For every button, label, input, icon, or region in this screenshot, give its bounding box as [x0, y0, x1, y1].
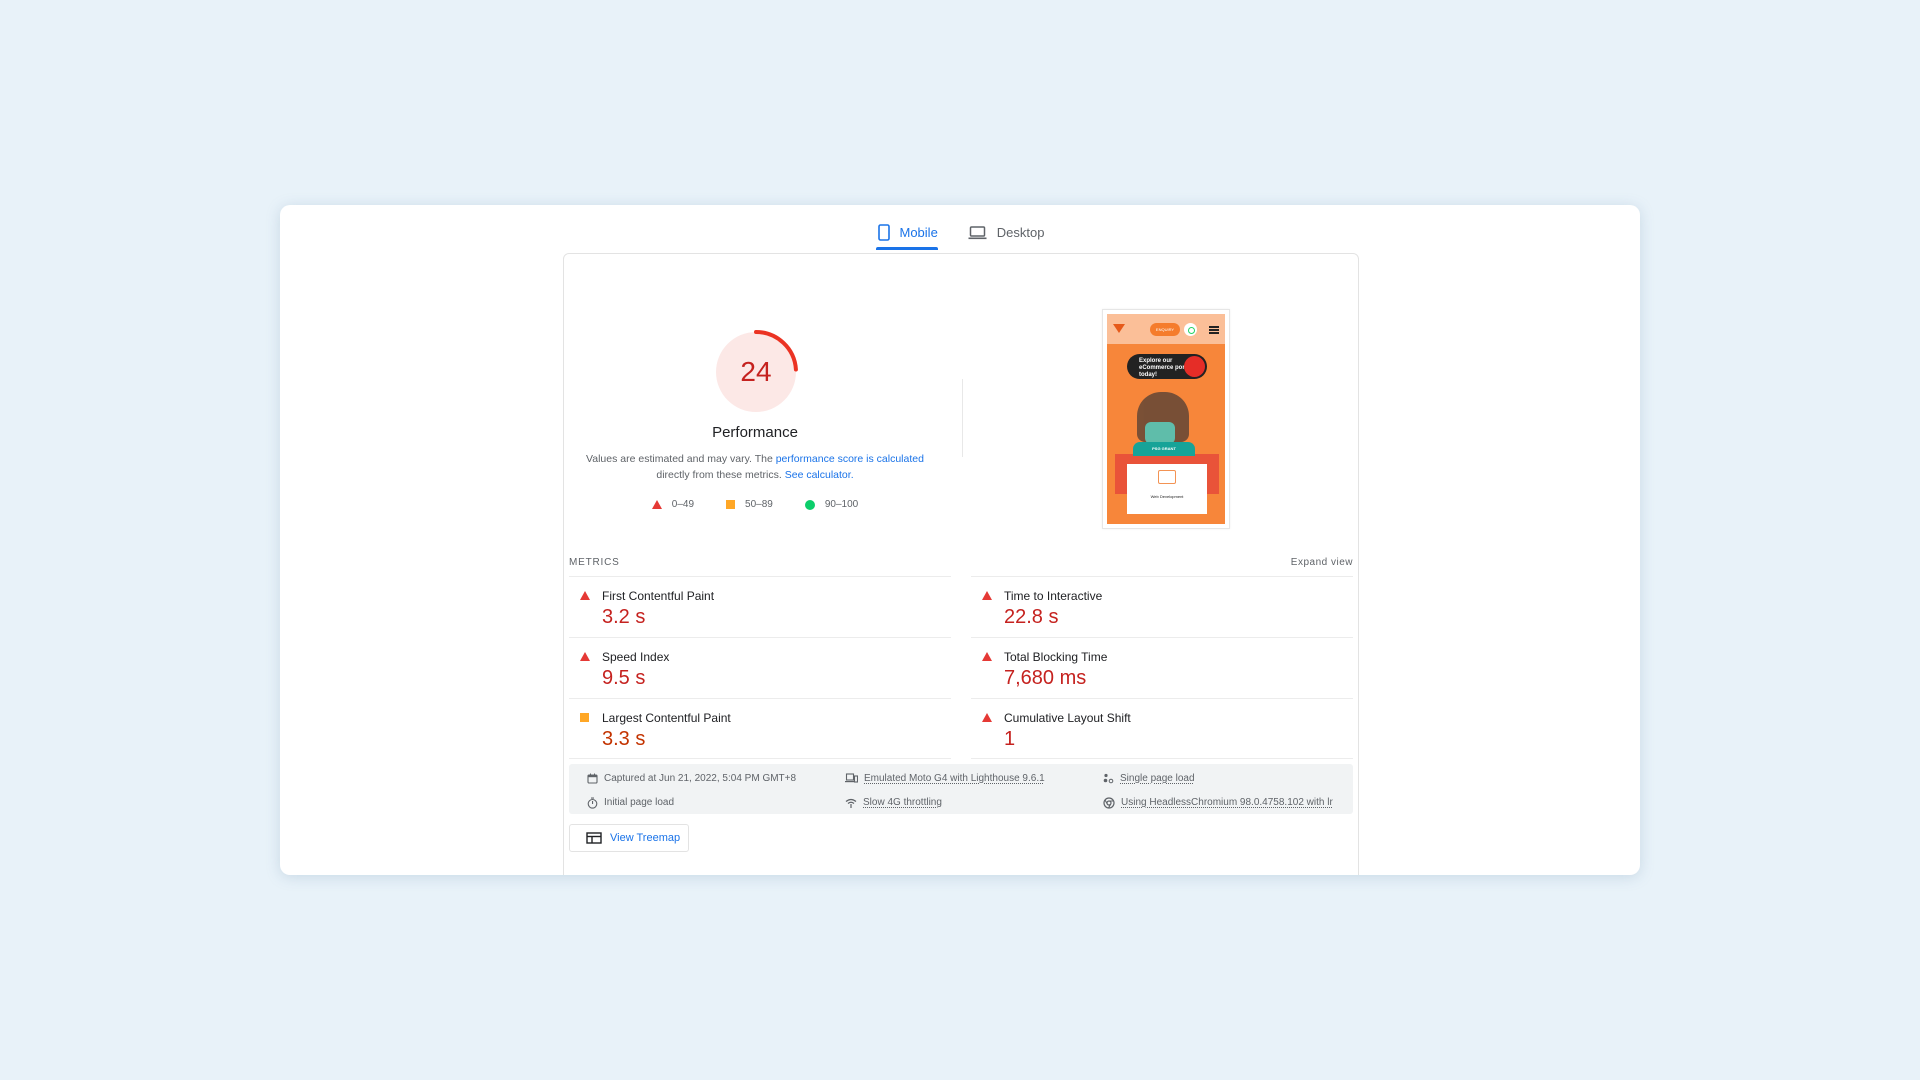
wifi-icon — [845, 798, 857, 808]
circle-icon — [804, 499, 815, 510]
runtime-device-text: Emulated Moto G4 with Lighthouse 9.6.1 — [864, 772, 1045, 784]
runtime-throttling-text: Slow 4G throttling — [863, 797, 942, 808]
screenshot-card-label: Web Development — [1150, 494, 1184, 499]
runtime-captured: Captured at Jun 21, 2022, 5:04 PM GMT+8 — [587, 771, 845, 785]
view-treemap-label: View Treemap — [610, 832, 681, 844]
fail-triangle-icon — [580, 591, 590, 600]
screenshot-image: ENQUIRY Explore our eCommerce portal tod… — [1107, 314, 1225, 524]
treemap-icon — [586, 832, 602, 844]
legend-average-label: 50–89 — [745, 499, 773, 510]
legend-pass: 90–100 — [804, 499, 859, 510]
tab-desktop[interactable]: Desktop — [966, 215, 1045, 250]
fail-triangle-icon — [580, 652, 590, 661]
calendar-icon — [587, 773, 598, 784]
screenshot-banner: Explore our eCommerce portal today! — [1127, 354, 1207, 379]
runtime-page-load-text: Single page load — [1120, 772, 1195, 784]
runtime-captured-text: Captured at Jun 21, 2022, 5:04 PM GMT+8 — [604, 772, 797, 784]
fail-triangle-icon — [982, 652, 992, 661]
screenshot-header: ENQUIRY — [1107, 314, 1225, 344]
description-text-2: directly from these metrics. — [656, 469, 785, 481]
runtime-browser[interactable]: Using HeadlessChromium 98.0.4758.102 wit… — [1103, 796, 1353, 810]
screenshot-badge: PSG GRANT — [1133, 442, 1195, 456]
performance-card: 24 Performance Values are estimated and … — [563, 253, 1359, 875]
expand-view-toggle[interactable]: Expand view — [1291, 557, 1353, 568]
stopwatch-icon — [587, 797, 598, 809]
screenshot-enquiry: ENQUIRY — [1150, 323, 1180, 336]
code-monitor-icon — [1158, 470, 1176, 484]
average-square-icon — [580, 713, 589, 722]
metric-speed-index: Speed Index 9.5 s — [569, 637, 951, 698]
view-treemap-button[interactable]: View Treemap — [569, 824, 689, 852]
metric-largest-contentful-paint: Largest Contentful Paint 3.3 s — [569, 698, 951, 759]
legend-pass-label: 90–100 — [824, 499, 859, 510]
legend-fail: 0–49 — [651, 499, 695, 510]
score-section: 24 Performance Values are estimated and … — [564, 254, 946, 554]
whatsapp-icon — [1184, 323, 1197, 336]
metric-value: 3.3 s — [602, 728, 646, 750]
runtime-page-load[interactable]: Single page load — [1103, 771, 1353, 785]
network-nodes-icon — [1103, 773, 1114, 783]
metric-cumulative-layout-shift: Cumulative Layout Shift 1 — [971, 698, 1353, 759]
section-divider — [962, 379, 963, 457]
metric-value: 22.8 s — [1004, 606, 1059, 628]
laptop-icon — [968, 225, 987, 240]
metric-value: 1 — [1004, 728, 1016, 750]
metric-value: 9.5 s — [602, 667, 646, 689]
square-icon — [726, 500, 736, 509]
runtime-settings: Captured at Jun 21, 2022, 5:04 PM GMT+8 … — [569, 764, 1353, 814]
score-gauge: 24 — [714, 330, 798, 414]
metric-value: 7,680 ms — [1004, 667, 1087, 689]
triangle-icon — [651, 500, 662, 509]
category-title: Performance — [712, 424, 798, 441]
tab-mobile-label: Mobile — [899, 225, 938, 240]
device-tabs: Mobile Desktop — [280, 215, 1640, 250]
chrome-icon — [1103, 796, 1115, 809]
runtime-initial-load: Initial page load — [587, 796, 845, 810]
description-text: Values are estimated and may vary. The — [586, 453, 776, 465]
fail-triangle-icon — [982, 591, 992, 600]
runtime-browser-text: Using HeadlessChromium 98.0.4758.102 wit… — [1121, 797, 1333, 808]
hero-illustration — [1137, 392, 1189, 444]
metric-title: Cumulative Layout Shift — [1004, 711, 1131, 725]
site-logo-icon — [1113, 324, 1125, 333]
runtime-initial-text: Initial page load — [604, 797, 675, 808]
smartphone-icon — [877, 224, 890, 241]
metrics-grid: First Contentful Paint 3.2 s Time to Int… — [569, 576, 1353, 759]
tab-desktop-label: Desktop — [996, 225, 1045, 240]
metric-total-blocking-time: Total Blocking Time 7,680 ms — [971, 637, 1353, 698]
metric-title: First Contentful Paint — [602, 589, 715, 603]
score-legend: 0–49 50–89 90–100 — [564, 499, 946, 510]
hamburger-menu-icon — [1209, 326, 1219, 334]
metric-title: Total Blocking Time — [1004, 650, 1108, 664]
runtime-throttling[interactable]: Slow 4G throttling — [845, 796, 1103, 810]
see-calculator-link[interactable]: See calculator. — [785, 469, 854, 481]
metric-title: Largest Contentful Paint — [602, 711, 731, 725]
metric-first-contentful-paint: First Contentful Paint 3.2 s — [569, 576, 951, 637]
final-screenshot[interactable]: ENQUIRY Explore our eCommerce portal tod… — [1102, 309, 1230, 529]
metric-time-to-interactive: Time to Interactive 22.8 s — [971, 576, 1353, 637]
score-description: Values are estimated and may vary. The p… — [584, 451, 926, 483]
metric-title: Speed Index — [602, 650, 670, 664]
metric-value: 3.2 s — [602, 606, 646, 628]
legend-fail-label: 0–49 — [671, 499, 695, 510]
runtime-device[interactable]: Emulated Moto G4 with Lighthouse 9.6.1 — [845, 771, 1103, 785]
metric-title: Time to Interactive — [1004, 589, 1103, 603]
metrics-title: METRICS — [569, 557, 620, 568]
screenshot-service-card: Web Development — [1127, 464, 1207, 514]
score-value: 24 — [740, 356, 772, 387]
metrics-header: METRICS Expand view — [569, 557, 1353, 568]
tab-mobile[interactable]: Mobile — [875, 215, 939, 250]
legend-average: 50–89 — [726, 499, 773, 510]
score-calculated-link[interactable]: performance score is calculated — [776, 453, 924, 465]
devices-icon — [845, 773, 858, 783]
report-panel: Mobile Desktop 24 Performance Values are… — [280, 205, 1640, 875]
fail-triangle-icon — [982, 713, 992, 722]
